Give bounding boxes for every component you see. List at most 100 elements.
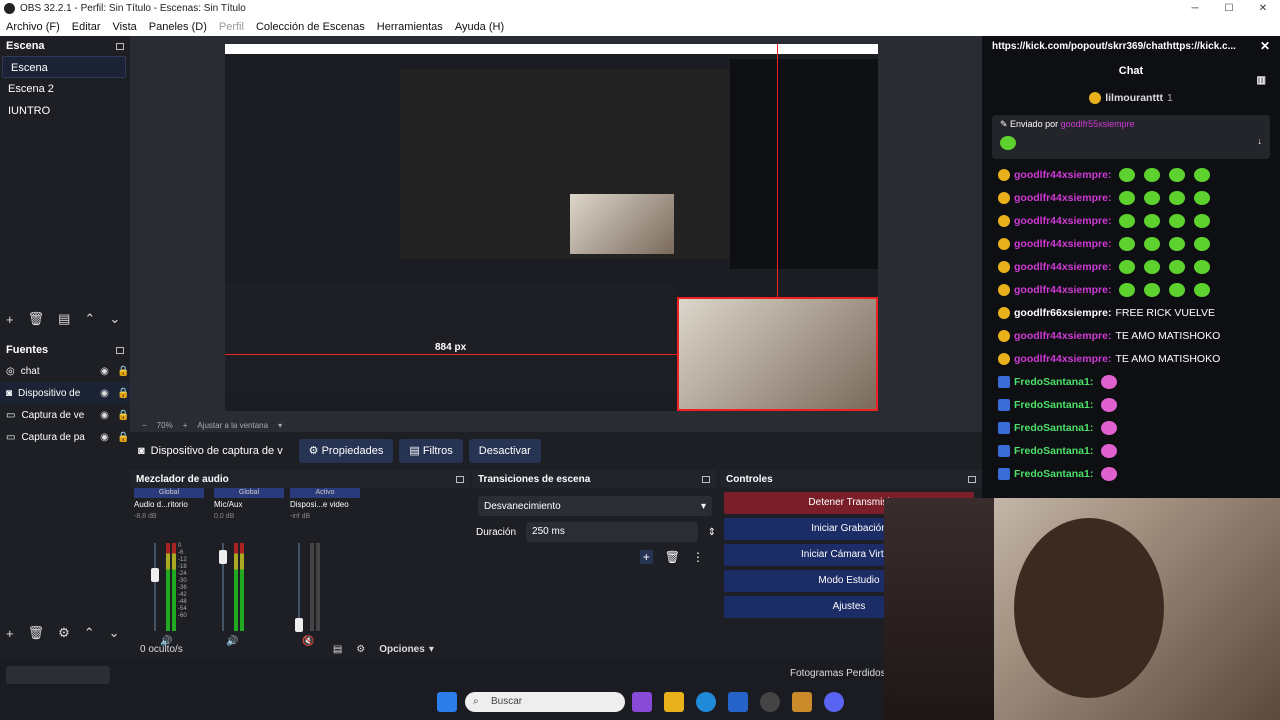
windows-start-icon[interactable] — [437, 692, 457, 712]
deactivate-button[interactable]: Desactivar — [468, 439, 541, 463]
filter-icon[interactable]: ▤ — [58, 311, 70, 327]
chat-user[interactable]: goodlfr44xsiempre: — [1014, 353, 1111, 365]
menu-herramientas[interactable]: Herramientas — [371, 21, 449, 33]
scene-item[interactable]: IUNTRO — [0, 100, 130, 122]
chart-icon[interactable]: ▥ — [1257, 66, 1266, 96]
undock-icon[interactable] — [702, 475, 710, 483]
slider-handle[interactable] — [151, 568, 159, 582]
undock-icon[interactable] — [968, 475, 976, 483]
chat-user[interactable]: goodlfr44xsiempre: — [1014, 215, 1111, 227]
folder-icon[interactable] — [664, 692, 684, 712]
close-icon[interactable]: ✕ — [1260, 39, 1270, 53]
lock-icon[interactable]: 🔒 — [117, 366, 130, 377]
preview-area[interactable]: 884 px — [130, 36, 982, 432]
source-item[interactable]: ◙ Dispositivo de ◉ 🔒 — [0, 382, 130, 404]
undock-icon[interactable] — [456, 475, 464, 483]
down-icon[interactable]: ⌄ — [109, 311, 120, 327]
chat-user[interactable]: goodlfr44xsiempre: — [1014, 169, 1111, 181]
zoom-out-icon[interactable]: − — [142, 421, 147, 430]
source-item[interactable]: ◎ chat ◉ 🔒 — [0, 360, 130, 382]
trash-icon[interactable]: 🗑 — [28, 311, 45, 327]
volume-slider[interactable] — [154, 543, 156, 631]
lock-icon[interactable]: 🔒 — [117, 432, 130, 443]
chat-user[interactable]: FredoSantana1: — [1014, 422, 1093, 434]
add-icon[interactable]: + — [6, 312, 14, 327]
source-item[interactable]: ▭ Captura de ve ◉ 🔒 — [0, 404, 130, 426]
chat-user[interactable]: goodlfr66xsiempre: — [1014, 307, 1111, 319]
add-icon[interactable]: + — [639, 550, 653, 564]
filters-button[interactable]: ▤ Filtros — [399, 439, 463, 463]
chat-user[interactable]: FredoSantana1: — [1014, 468, 1093, 480]
channel-name[interactable]: Mic/Aux — [214, 500, 284, 509]
up-icon[interactable]: ⌃ — [84, 311, 95, 327]
slider-handle[interactable] — [295, 618, 303, 632]
source-item[interactable]: ▭ Captura de pa ◉ 🔒 — [0, 426, 130, 448]
stepper-icon[interactable]: ⇕ — [708, 527, 716, 538]
lock-icon[interactable]: 🔒 — [117, 410, 130, 421]
gear-icon[interactable]: ⚙ — [58, 625, 70, 641]
fit-select[interactable]: Ajustar a la ventana — [197, 421, 268, 430]
chat-user[interactable]: goodlfr44xsiempre: — [1014, 192, 1111, 204]
link-icon[interactable]: ⚙ — [356, 644, 365, 655]
chat-user[interactable]: FredoSantana1: — [1014, 376, 1093, 388]
layout-icon[interactable]: ▤ — [333, 644, 342, 655]
eye-icon[interactable]: ◉ — [98, 366, 111, 377]
channel-name[interactable]: Disposi...e video — [290, 500, 360, 509]
slider-handle[interactable] — [219, 550, 227, 564]
menu-vista[interactable]: Vista — [107, 21, 143, 33]
selected-webcam-source[interactable] — [677, 297, 878, 411]
app-icon[interactable] — [792, 692, 812, 712]
chat-user[interactable]: goodlfr44xsiempre: — [1014, 261, 1111, 273]
zoom-in-icon[interactable]: + — [183, 421, 188, 430]
taskbar-search[interactable]: ⌕ Buscar — [465, 692, 625, 712]
menu-coleccion[interactable]: Colección de Escenas — [250, 21, 371, 33]
more-icon[interactable]: ⋮ — [692, 550, 704, 564]
trash-icon[interactable]: 🗑 — [28, 625, 45, 641]
chat-user[interactable]: goodlfr44xsiempre: — [1014, 330, 1111, 342]
badge-icon — [998, 191, 1010, 204]
chat-user[interactable]: goodlfr44xsiempre: — [1014, 238, 1111, 250]
chat-user[interactable]: FredoSantana1: — [1014, 399, 1093, 411]
arrow-down-icon[interactable]: ↓ — [1258, 136, 1263, 150]
add-icon[interactable]: + — [6, 626, 14, 641]
transition-select[interactable]: Desvanecimiento ▾ — [478, 496, 712, 516]
eye-icon[interactable]: ◉ — [98, 388, 111, 399]
chat-user[interactable]: FredoSantana1: — [1014, 445, 1093, 457]
duration-input[interactable]: 250 ms — [526, 522, 698, 542]
undock-icon[interactable] — [116, 346, 124, 354]
nested-preview — [400, 69, 730, 259]
scene-item[interactable]: Escena — [2, 56, 126, 78]
channel-name[interactable]: Audio d...ritorio — [134, 500, 204, 509]
eye-icon[interactable]: ◉ — [98, 410, 111, 421]
menu-ayuda[interactable]: Ayuda (H) — [449, 21, 510, 33]
lock-icon[interactable]: 🔒 — [117, 388, 130, 399]
maximize-icon[interactable]: ☐ — [1212, 0, 1246, 17]
menu-perfil[interactable]: Perfil — [213, 21, 250, 33]
store-icon[interactable] — [728, 692, 748, 712]
menu-paneles[interactable]: Paneles (D) — [143, 21, 213, 33]
down-icon[interactable]: ⌄ — [109, 625, 120, 641]
menu-editar[interactable]: Editar — [66, 21, 107, 33]
chevron-down-icon[interactable]: ▾ — [429, 644, 434, 655]
sources-title: Fuentes — [6, 344, 49, 356]
mini-window[interactable] — [6, 666, 110, 684]
scene-item[interactable]: Escena 2 — [0, 78, 130, 100]
minimize-icon[interactable]: ─ — [1178, 0, 1212, 17]
obs-icon[interactable] — [760, 692, 780, 712]
undock-icon[interactable] — [116, 42, 124, 50]
app-icon[interactable] — [632, 692, 652, 712]
chat-user[interactable]: goodlfr44xsiempre: — [1014, 284, 1111, 296]
chevron-down-icon[interactable]: ▾ — [278, 421, 282, 430]
properties-button[interactable]: ⚙ Propiedades — [298, 439, 394, 463]
menu-archivo[interactable]: Archivo (F) — [0, 21, 66, 33]
trash-icon[interactable]: 🗑 — [665, 550, 680, 564]
edge-icon[interactable] — [696, 692, 716, 712]
options-button[interactable]: Opciones — [379, 644, 425, 655]
chat-message: goodlfr44xsiempre: — [982, 232, 1280, 255]
up-icon[interactable]: ⌃ — [84, 625, 95, 641]
preview-canvas[interactable]: 884 px — [225, 44, 878, 411]
eye-icon[interactable]: ◉ — [98, 432, 111, 443]
chat-title-text: Chat — [1118, 65, 1144, 77]
discord-icon[interactable] — [824, 692, 844, 712]
close-icon[interactable]: ✕ — [1246, 0, 1280, 17]
